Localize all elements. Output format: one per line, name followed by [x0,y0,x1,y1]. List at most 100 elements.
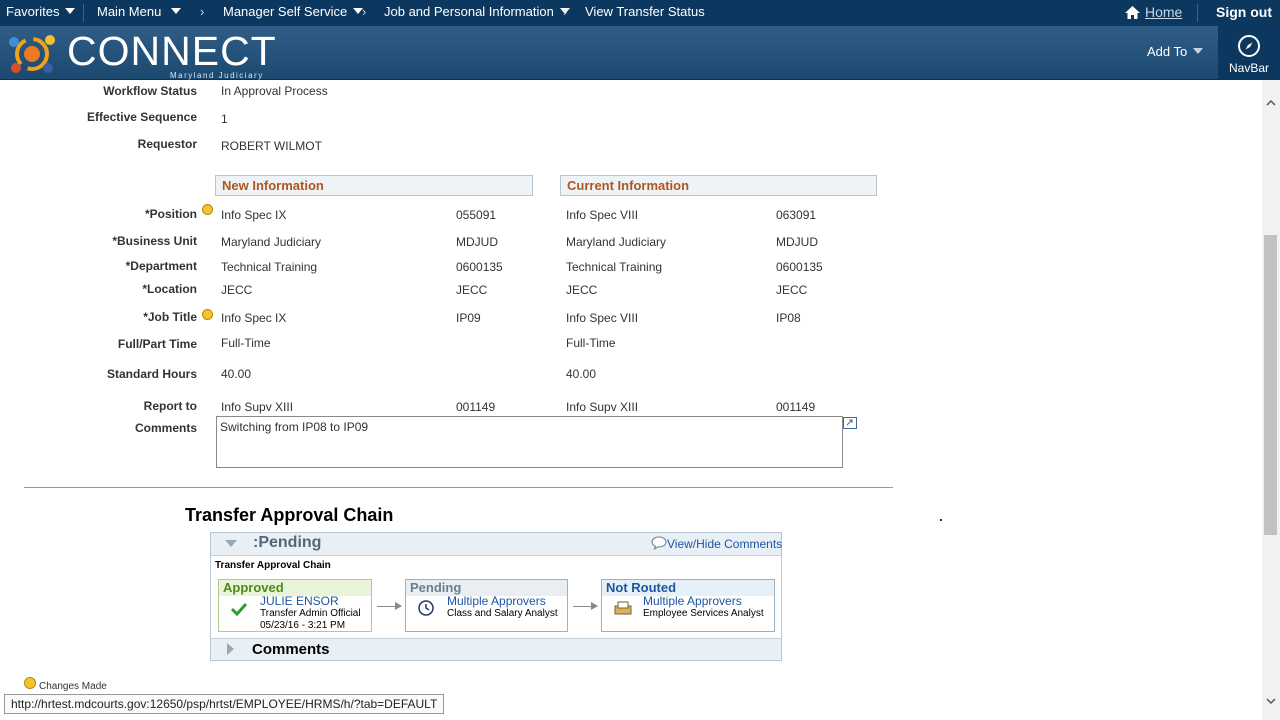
changes-made-indicator-icon [202,309,213,320]
new-information-header: New Information [215,175,533,196]
new-job-title-desc: Info Spec IX [221,311,287,325]
approver-name-link[interactable]: Multiple Approvers [447,594,546,608]
home-icon[interactable] [1124,5,1141,23]
current-department-code: 0600135 [776,260,823,274]
current-report-to-code: 001149 [776,400,816,414]
changes-made-indicator-icon [202,204,213,215]
current-standard-hours: 40.00 [566,367,597,381]
collapse-icon[interactable] [225,540,237,547]
approver-role: Class and Salary Analyst [447,608,558,619]
row-label-department: *Department [125,259,197,273]
section-divider [24,487,893,488]
current-location-code: JECC [776,283,808,297]
current-information-header: Current Information [560,175,877,196]
new-position-desc: Info Spec IX [221,208,287,222]
new-department-desc: Technical Training [221,260,318,274]
approval-step-approved: Approved JULIE ENSOR Transfer Admin Offi… [218,579,372,632]
new-report-to-code: 001149 [456,400,496,414]
breadcrumb-manager-self-service[interactable]: Manager Self Service [223,4,364,19]
add-to-menu[interactable]: Add To [1147,44,1204,59]
current-business-unit-desc: Maryland Judiciary [566,235,667,249]
chain-arrow-icon [573,602,598,610]
checkmark-icon [230,602,248,619]
navbar-label: NavBar [1228,61,1269,75]
effective-sequence-value: 1 [221,112,228,126]
approval-chain-title: Transfer Approval Chain [185,505,394,525]
clock-icon [418,600,434,619]
row-label-business-unit: *Business Unit [112,234,197,248]
dot-mark [940,519,942,521]
expand-textarea-icon[interactable] [843,417,857,432]
new-full-part-time: Full-Time [221,336,271,350]
new-location-desc: JECC [221,283,253,297]
expand-icon[interactable] [227,643,234,655]
page-header: CONNECT Maryland Judiciary Add To NavBar [0,26,1280,80]
manager-self-service-label: Manager Self Service [223,4,348,19]
scroll-up-icon[interactable] [1266,95,1276,109]
divider [1197,4,1198,22]
view-transfer-status-label: View Transfer Status [585,4,705,19]
comment-bubble-icon[interactable] [651,536,667,553]
current-position-code: 063091 [776,208,817,222]
favorites-label: Favorites [6,4,60,19]
changes-made-legend-label: Changes Made [39,681,107,692]
new-report-to-desc: Info Supv XIII [221,400,294,414]
approver-name-link[interactable]: JULIE ENSOR [260,594,339,608]
current-report-to-desc: Info Supv XIII [566,400,639,414]
new-standard-hours: 40.00 [221,367,252,381]
job-personal-info-label: Job and Personal Information [384,4,554,19]
connect-logo-icon [4,30,60,81]
favorites-menu[interactable]: Favorites [6,4,76,19]
current-business-unit-code: MDJUD [776,235,818,249]
current-position-desc: Info Spec VIII [566,208,639,222]
chevron-down-icon [171,8,182,14]
workflow-status-label: Workflow Status [103,84,197,98]
status-bar-url: http://hrtest.mdcourts.gov:12650/psp/hrt… [4,694,445,714]
effective-sequence-label: Effective Sequence [86,110,197,124]
scrollbar-thumb[interactable] [1264,235,1277,535]
row-label-report-to: Report to [143,399,197,413]
divider [83,4,84,22]
current-full-part-time: Full-Time [566,336,616,350]
breadcrumb-separator-icon: › [200,4,205,19]
vertical-scrollbar[interactable] [1262,80,1280,720]
new-job-title-code: IP09 [456,311,481,325]
row-label-full-part-time: Full/Part Time [117,337,197,351]
current-department-desc: Technical Training [566,260,663,274]
comments-textarea[interactable]: Switching from IP08 to IP09 [216,416,843,468]
breadcrumb-job-personal-info[interactable]: Job and Personal Information [384,4,570,19]
approver-name-link[interactable]: Multiple Approvers [643,594,742,608]
breadcrumb-view-transfer-status[interactable]: View Transfer Status [585,4,705,19]
row-label-location: *Location [142,282,197,296]
navbar-button[interactable]: NavBar [1218,26,1280,80]
new-business-unit-code: MDJUD [456,235,498,249]
home-link[interactable]: Home [1145,4,1182,20]
scroll-down-icon[interactable] [1266,694,1276,708]
changes-made-legend-icon [24,677,36,689]
current-job-title-code: IP08 [776,311,801,325]
main-menu[interactable]: Main Menu [97,4,182,19]
approval-comments-section[interactable]: Comments [211,638,781,660]
chevron-down-icon [65,8,76,14]
approval-status: :Pending [253,534,322,551]
compass-icon [1237,34,1261,61]
requestor-label: Requestor [137,137,197,151]
new-department-code: 0600135 [456,260,503,274]
main-menu-label: Main Menu [97,4,162,19]
chain-arrow-icon [377,602,402,610]
comments-label: Comments [134,421,197,435]
sign-out-link[interactable]: Sign out [1216,4,1272,20]
requestor-value: ROBERT WILMOT [221,139,322,153]
approval-step-pending: Pending Multiple Approvers Class and Sal… [405,579,568,632]
view-hide-comments-link[interactable]: View/Hide Comments [667,537,782,551]
app-logo-text: CONNECT [67,28,277,74]
approval-chain-header: :Pending View/Hide Comments [211,533,782,556]
new-business-unit-desc: Maryland Judiciary [221,235,322,249]
breadcrumb-separator-icon: › [362,4,367,19]
workflow-status-value: In Approval Process [221,84,328,98]
app-logo-subtitle: Maryland Judiciary [170,71,264,80]
approval-chain-subtitle: Transfer Approval Chain [215,560,331,571]
chevron-down-icon [1193,48,1204,54]
approval-chain-panel: :Pending View/Hide Comments Transfer App… [210,532,782,661]
new-location-code: JECC [456,283,488,297]
